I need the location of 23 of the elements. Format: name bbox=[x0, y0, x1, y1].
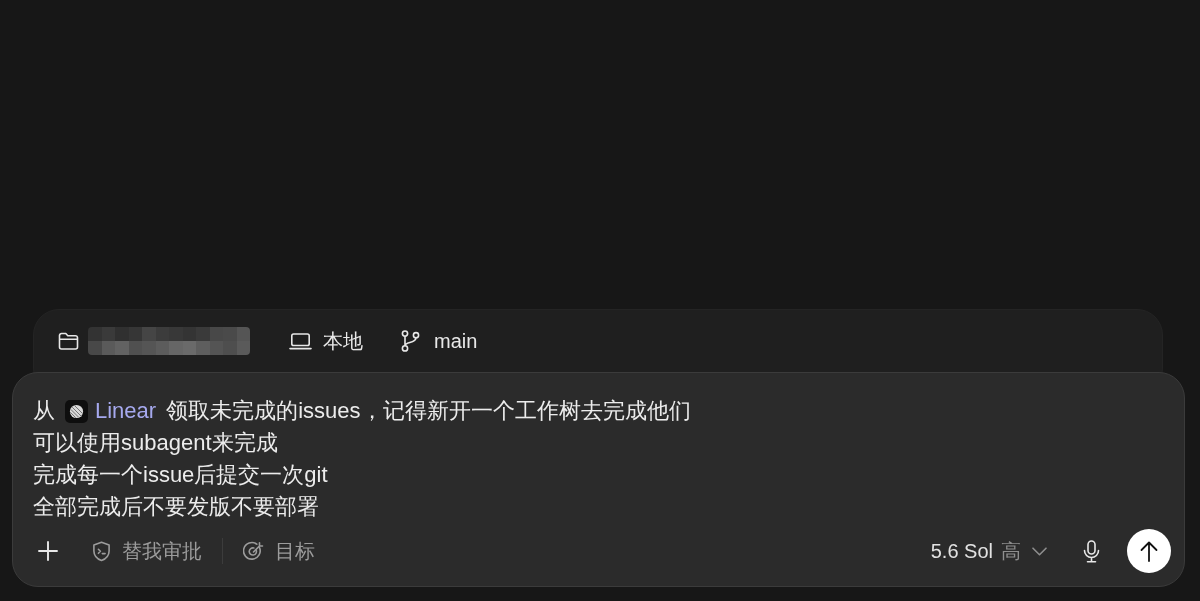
prompt-text: 全部完成后不要发版不要部署 bbox=[33, 493, 319, 521]
target-icon bbox=[243, 540, 264, 562]
model-selector[interactable]: 5.6 Sol 高 bbox=[922, 534, 1055, 568]
plus-icon bbox=[38, 541, 58, 561]
prompt-input[interactable]: 从 Linear 领取未完成的issues，记得新开一个工作树去完成他们 可以使用subagent来完成 完成每一个issue后提交一次git 全部完成后不要发版不要部署 bbox=[13, 395, 1184, 523]
branch-icon bbox=[401, 330, 420, 352]
prompt-text: 从 bbox=[33, 397, 55, 425]
shield-icon bbox=[92, 540, 111, 562]
prompt-text: 领取未完成的issues，记得新开一个工作树去完成他们 bbox=[166, 397, 691, 425]
prompt-text: 可以使用subagent来完成 bbox=[33, 429, 278, 457]
goal-button[interactable]: 目标 bbox=[235, 534, 323, 568]
arrow-up-icon bbox=[1140, 540, 1158, 562]
chevron-down-icon bbox=[1032, 546, 1047, 556]
prompt-text: 完成每一个issue后提交一次git bbox=[33, 461, 328, 489]
microphone-icon bbox=[1082, 539, 1100, 563]
auto-approve-button[interactable]: 替我审批 bbox=[84, 534, 210, 568]
branch-selector[interactable]: main bbox=[401, 328, 478, 354]
mention-label[interactable]: Linear bbox=[95, 398, 157, 424]
folder-icon bbox=[58, 332, 79, 350]
send-button[interactable] bbox=[1127, 529, 1171, 573]
environment-selector[interactable]: 本地 bbox=[289, 328, 363, 354]
laptop-icon bbox=[289, 332, 312, 350]
folder-selector[interactable] bbox=[58, 328, 250, 354]
